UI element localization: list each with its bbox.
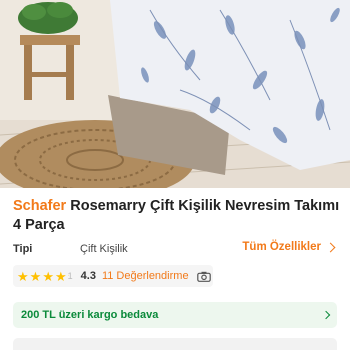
star-icon: ★ [42, 268, 54, 284]
free-shipping-text: 200 TL üzeri kargo bedava [21, 309, 159, 321]
next-section-card [13, 338, 337, 350]
camera-icon[interactable] [196, 271, 211, 282]
star-rating: ★ ★ ★ ★ 1 [17, 270, 73, 283]
chevron-right-icon [325, 242, 336, 252]
star-icon: ★ [54, 268, 67, 284]
product-title: Schafer Rosemarry Çift Kişilik Nevresim … [13, 197, 343, 235]
star-icon: ★ [29, 268, 42, 284]
rating-score: 4.3 [80, 270, 96, 282]
brand-name[interactable]: Schafer [13, 198, 66, 214]
product-image[interactable] [0, 0, 350, 188]
free-shipping-banner[interactable]: 200 TL üzeri kargo bedava [13, 302, 337, 328]
rating-summary[interactable]: ★ ★ ★ ★ 1 4.3 11 Değerlendirme [13, 265, 213, 287]
product-photo [0, 0, 350, 188]
property-key: Tipi [13, 243, 33, 255]
star-partial-icon: 1 [68, 270, 73, 283]
review-count-link[interactable]: 11 Değerlendirme [102, 270, 189, 282]
star-icon: ★ [17, 268, 29, 284]
chevron-right-icon [321, 310, 331, 320]
all-properties-link[interactable]: Tüm Özellikler [242, 241, 338, 253]
property-value: Çift Kişilik [80, 243, 128, 255]
all-properties-label: Tüm Özellikler [242, 241, 321, 253]
property-row: Tipi Çift Kişilik Tüm Özellikler [13, 240, 338, 258]
